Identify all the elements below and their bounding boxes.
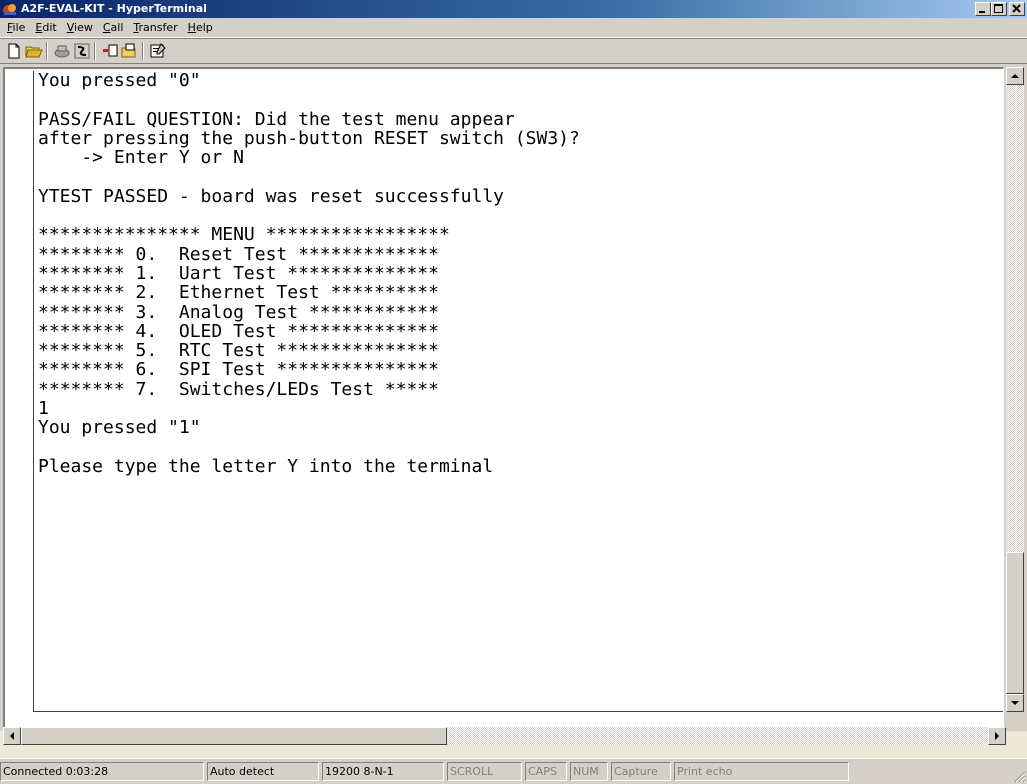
title-bar[interactable]: A2F-EVAL-KIT - HyperTerminal <box>0 0 1027 18</box>
vertical-scroll-thumb[interactable] <box>1006 552 1024 694</box>
terminal-line: -> Enter Y or N <box>38 147 244 169</box>
terminal-frame: You pressed "0" PASS/FAIL QUESTION: Did … <box>0 64 1027 731</box>
scroll-left-button[interactable] <box>3 727 21 745</box>
status-print-echo: Print echo <box>674 762 849 781</box>
menu-transfer-rest: ransfer <box>138 20 178 34</box>
terminal-line: ******** 0. Reset Test ************* <box>38 243 439 265</box>
menu-file[interactable]: File <box>2 19 30 37</box>
scroll-down-button[interactable] <box>1006 694 1024 712</box>
status-detect: Auto detect <box>207 762 319 781</box>
terminal-line: Please type the letter Y into the termin… <box>38 455 494 477</box>
new-icon[interactable] <box>5 42 23 60</box>
minimize-icon <box>979 11 985 13</box>
menu-call-key: C <box>102 20 111 34</box>
terminal-screen[interactable]: You pressed "0" PASS/FAIL QUESTION: Did … <box>3 67 1004 728</box>
maximize-icon <box>994 4 1003 13</box>
terminal-line: YTEST PASSED - board was reset successfu… <box>38 185 504 207</box>
toolbar-separator <box>94 42 96 60</box>
arrow-left-icon <box>10 732 14 740</box>
terminal-line: PASS/FAIL QUESTION: Did the test menu ap… <box>38 108 515 130</box>
status-scroll-lock: SCROLL <box>447 762 522 781</box>
toolbar-separator <box>142 42 144 60</box>
menu-file-rest: ile <box>12 20 26 34</box>
horizontal-scrollbar[interactable] <box>3 727 1006 745</box>
scroll-up-button[interactable] <box>1006 67 1024 85</box>
toolbar <box>0 38 1027 64</box>
terminal-line: You pressed "1" <box>38 417 201 439</box>
hyperterminal-icon[interactable] <box>2 1 18 17</box>
terminal-line: ******** 3. Analog Test ************ <box>38 301 439 323</box>
terminal-line: You pressed "0" <box>38 70 201 91</box>
vertical-scrollbar[interactable] <box>1006 67 1024 712</box>
terminal-line: ******** 2. Ethernet Test ********** <box>38 282 439 304</box>
properties-icon[interactable] <box>149 42 167 60</box>
status-caps-lock: CAPS <box>525 762 567 781</box>
status-bar: Connected 0:03:28 Auto detect 19200 8-N-… <box>0 758 1027 784</box>
arrow-down-icon <box>1011 701 1019 705</box>
receive-icon[interactable] <box>121 42 139 60</box>
open-icon[interactable] <box>25 42 43 60</box>
disconnect-icon[interactable] <box>53 42 71 60</box>
menu-help[interactable]: Help <box>183 19 218 37</box>
menu-view[interactable]: View <box>62 19 98 37</box>
menu-edit[interactable]: Edit <box>30 19 61 37</box>
horizontal-scroll-thumb[interactable] <box>21 727 447 745</box>
menu-bar: File Edit View Call Transfer Help <box>0 18 1027 38</box>
terminal-output: You pressed "0" PASS/FAIL QUESTION: Did … <box>38 71 580 476</box>
status-port-settings: 19200 8-N-1 <box>322 762 444 781</box>
scroll-right-button[interactable] <box>988 727 1006 745</box>
menu-help-rest: elp <box>195 20 213 34</box>
terminal-line: ******** 1. Uart Test ************** <box>38 262 439 284</box>
terminal-content-area[interactable]: You pressed "0" PASS/FAIL QUESTION: Did … <box>33 71 1003 712</box>
status-connection-time: Connected 0:03:28 <box>0 762 204 781</box>
menu-view-key: V <box>66 20 75 34</box>
status-num-lock: NUM <box>570 762 608 781</box>
status-capture: Capture <box>611 762 671 781</box>
menu-edit-rest: dit <box>42 20 57 34</box>
menu-call-rest: all <box>110 20 124 34</box>
maximize-button[interactable] <box>991 2 1007 16</box>
terminal-line: ******** 5. RTC Test *************** <box>38 340 439 362</box>
minimize-button[interactable] <box>975 2 991 16</box>
terminal-line: ******** 4. OLED Test ************** <box>38 320 439 342</box>
menu-call[interactable]: Call <box>98 19 129 37</box>
terminal-line: after pressing the push-button RESET swi… <box>38 127 580 149</box>
toolbar-separator <box>46 42 48 60</box>
menu-transfer[interactable]: Transfer <box>128 19 182 37</box>
terminal-line: ******** 7. Switches/LEDs Test ***** <box>38 378 439 400</box>
dial-icon[interactable] <box>73 42 91 60</box>
terminal-line: 1 <box>38 398 49 420</box>
close-icon <box>1012 4 1021 13</box>
menu-view-rest: iew <box>74 20 93 34</box>
arrow-up-icon <box>1011 74 1019 78</box>
window-title: A2F-EVAL-KIT - HyperTerminal <box>21 2 207 15</box>
terminal-line: ******** 6. SPI Test *************** <box>38 359 439 381</box>
send-icon[interactable] <box>101 42 119 60</box>
menu-help-key: H <box>187 20 196 34</box>
terminal-line: *************** MENU ***************** <box>38 224 450 246</box>
arrow-right-icon <box>995 732 999 740</box>
close-button[interactable] <box>1009 2 1025 16</box>
resize-grip-icon[interactable] <box>1014 771 1026 783</box>
